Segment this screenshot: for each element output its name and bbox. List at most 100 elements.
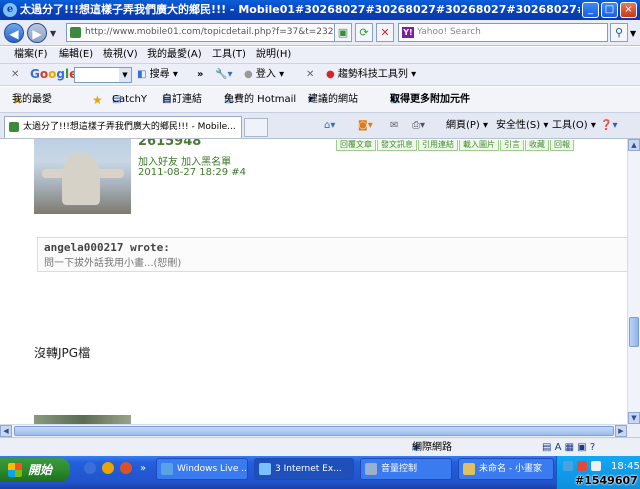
horizontal-scrollbar[interactable]: ◀ ▶ xyxy=(0,424,627,437)
reply-button[interactable]: 回覆文章 xyxy=(336,140,376,151)
menu-tools[interactable]: 工具(T) xyxy=(212,47,246,63)
trend-label: 趨勢科技工具列 xyxy=(337,69,408,80)
security-icon[interactable] xyxy=(577,461,587,471)
scroll-corner xyxy=(627,424,640,437)
page-icon xyxy=(70,27,81,38)
help-icon[interactable]: ❓▾ xyxy=(600,113,617,139)
search-icon: ⚲ xyxy=(614,26,624,39)
close-trend-toolbar-icon[interactable]: ✕ xyxy=(306,64,314,85)
fav-link-label: CatchY xyxy=(112,94,147,105)
wrench-icon[interactable]: 🔧▾ xyxy=(215,64,232,85)
menu-help[interactable]: 說明(H) xyxy=(256,47,291,63)
menu-edit[interactable]: 編輯(E) xyxy=(59,47,93,63)
fav-suggested-sites[interactable]: ℯ 建議的網站 ▾ xyxy=(308,87,358,113)
back-button[interactable]: ◀ xyxy=(4,23,24,43)
signin-button[interactable]: ● 登入 ▾ xyxy=(244,64,284,85)
menu-safety[interactable]: 安全性(S) ▾ xyxy=(496,113,548,139)
home-icon[interactable]: ⌂▾ xyxy=(324,113,335,139)
task-label: 3 Internet Ex... xyxy=(275,464,342,474)
menu-favorites[interactable]: 我的最愛(A) xyxy=(147,47,202,63)
menu-file[interactable]: 檔案(F) xyxy=(14,47,48,63)
scroll-left-icon[interactable]: ◀ xyxy=(0,425,12,437)
compat-view-button[interactable]: ▣ xyxy=(334,23,352,42)
google-search-input[interactable]: ▼ xyxy=(74,67,132,83)
quote-button[interactable]: 引言 xyxy=(500,140,524,151)
network-icon[interactable] xyxy=(563,461,573,471)
horizontal-scroll-thumb[interactable] xyxy=(14,426,614,436)
task-volume-control[interactable]: 音量控制 xyxy=(360,458,452,480)
trend-micro-icon: ● xyxy=(326,69,335,80)
menu-view[interactable]: 檢視(V) xyxy=(103,47,138,63)
vertical-scroll-thumb[interactable] xyxy=(629,317,639,347)
refresh-icon: ⟳ xyxy=(359,26,369,39)
start-label: 開始 xyxy=(28,463,53,477)
image-watermark: #1549607 xyxy=(575,474,638,487)
history-dropdown-icon[interactable]: ▼ xyxy=(50,29,56,38)
menu-page[interactable]: 網頁(P) ▾ xyxy=(446,113,488,139)
search-options-icon[interactable]: ▼ xyxy=(630,29,636,38)
address-bar[interactable]: http://www.mobile01.com/topicdetail.php?… xyxy=(66,23,352,42)
task-internet-explorer[interactable]: 3 Internet Ex... xyxy=(254,458,354,480)
tools-menu-label: 工具(O) xyxy=(552,120,588,131)
post-user-id[interactable]: 2615948 xyxy=(138,139,201,149)
input-method-icon[interactable]: ▤ A ▦ ▣ ? xyxy=(542,442,595,453)
scroll-right-icon[interactable]: ▶ xyxy=(615,425,627,437)
report-button[interactable]: 回報 xyxy=(550,140,574,151)
user-action-links[interactable]: 加入好友 加入黑名單 xyxy=(138,153,231,168)
google-toolbar: ✕ Google ▼ ◧ 搜尋 ▾ » 🔧▾ ● 登入 ▾ ✕ ● 趨勢科技工具… xyxy=(0,63,640,86)
forward-button[interactable]: ▶ xyxy=(27,23,47,43)
start-button[interactable]: 開始 xyxy=(0,458,70,482)
print-icon[interactable]: ⎙▾ xyxy=(412,113,425,139)
windows-logo-icon xyxy=(8,463,22,477)
rss-icon[interactable]: ◙▾ xyxy=(358,113,373,139)
google-search-label: 搜尋 xyxy=(149,69,170,80)
bookmark-button[interactable]: 收藏 xyxy=(525,140,549,151)
menu-bar: 檔案(F) 編輯(E) 檢視(V) 我的最愛(A) 工具(T) 說明(H) xyxy=(0,47,640,63)
page-menu-label: 網頁(P) xyxy=(446,120,480,131)
new-tab-button[interactable] xyxy=(244,118,268,137)
windows-live-icon xyxy=(161,463,173,475)
close-toolbar-icon[interactable]: ✕ xyxy=(11,64,19,85)
volume-icon xyxy=(365,463,377,475)
volume-tray-icon[interactable] xyxy=(591,461,601,471)
tab-current[interactable]: 太過分了!!!想這樣子弄我們廣大的鄉民!!! - Mobile... xyxy=(4,116,242,138)
close-button[interactable]: × xyxy=(620,2,637,18)
task-paint[interactable]: 未命名 - 小畫家 xyxy=(458,458,554,480)
quicklaunch-firefox-icon[interactable] xyxy=(120,462,132,474)
minimize-button[interactable]: _ xyxy=(582,2,599,18)
load-images-button[interactable]: 載入圖片 xyxy=(459,140,499,151)
search-button[interactable]: ⚲ xyxy=(610,23,628,42)
language-bar[interactable]: ▤ A ▦ ▣ ? xyxy=(542,440,624,455)
clock[interactable]: 18:45 xyxy=(611,461,640,472)
mail-icon[interactable]: ✉ xyxy=(390,113,398,139)
fav-link-label: 免費的 Hotmail xyxy=(224,94,297,105)
next-user-avatar[interactable] xyxy=(34,415,131,424)
maximize-button[interactable]: □ xyxy=(601,2,618,18)
menu-tools-cmd[interactable]: 工具(O) ▾ xyxy=(552,113,596,139)
quicklaunch-ie-icon[interactable] xyxy=(84,462,96,474)
fav-link-label: 自訂連結 xyxy=(162,94,202,105)
quote-author: angela000217 wrote: xyxy=(44,241,170,254)
google-search-button[interactable]: ◧ 搜尋 ▾ xyxy=(137,64,178,85)
refresh-button[interactable]: ⟳ xyxy=(355,23,373,42)
vertical-scrollbar[interactable]: ▲ ▼ xyxy=(627,139,640,424)
ie-icon xyxy=(259,463,271,475)
search-input[interactable]: Y! Yahoo! Search xyxy=(398,23,608,42)
task-windows-live[interactable]: Windows Live ... xyxy=(156,458,248,480)
fav-get-addons[interactable]: ▤ 取得更多附加元件 ▾ xyxy=(390,87,470,113)
google-logo: Google xyxy=(30,67,77,81)
scroll-down-icon[interactable]: ▼ xyxy=(628,412,640,424)
favorites-label: 我的最愛 xyxy=(12,94,52,105)
message-button[interactable]: 發文訊息 xyxy=(377,140,417,151)
stop-button[interactable]: ✕ xyxy=(376,23,394,42)
chevron-down-icon[interactable]: ▼ xyxy=(119,68,131,82)
user-avatar[interactable] xyxy=(34,139,131,214)
more-button[interactable]: » xyxy=(197,64,203,85)
quote-link-button[interactable]: 引用連結 xyxy=(418,140,458,151)
scroll-up-icon[interactable]: ▲ xyxy=(628,139,640,151)
ie-icon: e xyxy=(3,3,17,17)
quicklaunch-more-icon[interactable]: » xyxy=(140,463,146,474)
task-label: 未命名 - 小畫家 xyxy=(479,464,542,474)
trend-toolbar-button[interactable]: ● 趨勢科技工具列 ▾ xyxy=(326,64,416,85)
quicklaunch-media-icon[interactable] xyxy=(102,462,114,474)
